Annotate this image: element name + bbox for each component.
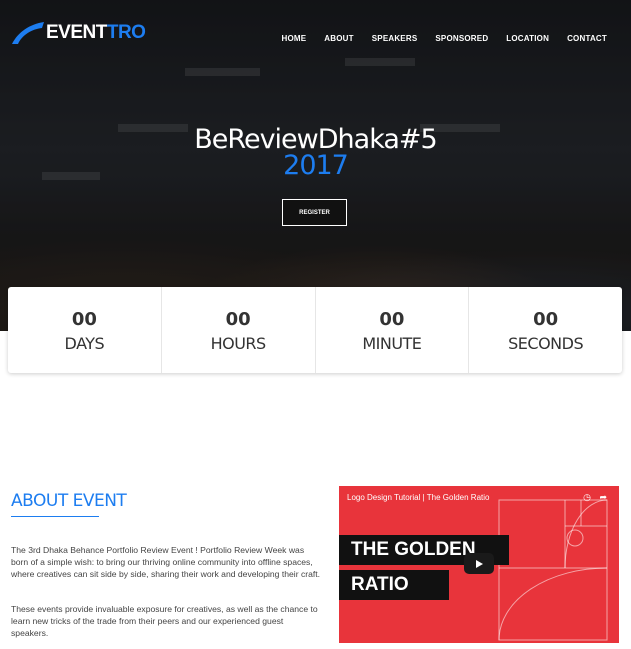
nav-speakers[interactable]: SPEAKERS [372, 34, 418, 43]
logo[interactable]: EVENTTRO [12, 22, 146, 44]
heading-underline [11, 516, 99, 517]
clock-icon[interactable]: ◷ [583, 492, 591, 502]
countdown-days: 00 DAYS [8, 287, 162, 373]
countdown-value: 00 [71, 309, 97, 330]
countdown-label: SECONDS [508, 334, 584, 353]
about-heading: ABOUT EVENT [11, 491, 127, 511]
nav-location[interactable]: LOCATION [506, 34, 549, 43]
hero-banner: EVENTTRO HOME ABOUT SPEAKERS SPONSORED L… [0, 0, 631, 331]
about-paragraph-1: The 3rd Dhaka Behance Portfolio Review E… [11, 545, 321, 579]
countdown-label: MINUTE [362, 334, 422, 353]
logo-text-tro: TRO [106, 22, 146, 43]
video-title[interactable]: Logo Design Tutorial | The Golden Ratio [347, 493, 489, 502]
countdown-seconds: 00 SECONDS [469, 287, 622, 373]
nav-home[interactable]: HOME [281, 34, 306, 43]
nav-sponsored[interactable]: SPONSORED [435, 34, 488, 43]
nav-contact[interactable]: CONTACT [567, 34, 607, 43]
about-paragraph-2: These events provide invaluable exposure… [11, 604, 318, 638]
event-year: 2017 [283, 150, 349, 181]
countdown-label: HOURS [210, 334, 267, 353]
video-controls: ◷ ➦ [583, 492, 607, 503]
main-nav: HOME ABOUT SPEAKERS SPONSORED LOCATION C… [263, 34, 607, 43]
countdown-value: 00 [379, 309, 405, 330]
video-player[interactable]: Logo Design Tutorial | The Golden Ratio … [339, 486, 619, 643]
logo-swoosh-icon [12, 22, 44, 44]
logo-text-event: EVENT [46, 22, 107, 43]
countdown-timer: 00 DAYS 00 HOURS 00 MINUTE 00 SECONDS [8, 287, 622, 373]
countdown-value: 00 [533, 309, 559, 330]
countdown-value: 00 [225, 309, 251, 330]
play-icon [476, 559, 483, 568]
video-text-line-2: RATIO [339, 570, 449, 600]
countdown-label: DAYS [64, 334, 105, 353]
countdown-hours: 00 HOURS [162, 287, 316, 373]
play-button[interactable] [464, 553, 494, 574]
register-button[interactable]: REGISTER [282, 199, 347, 226]
nav-about[interactable]: ABOUT [324, 34, 353, 43]
share-icon[interactable]: ➦ [599, 492, 607, 502]
countdown-minute: 00 MINUTE [316, 287, 470, 373]
